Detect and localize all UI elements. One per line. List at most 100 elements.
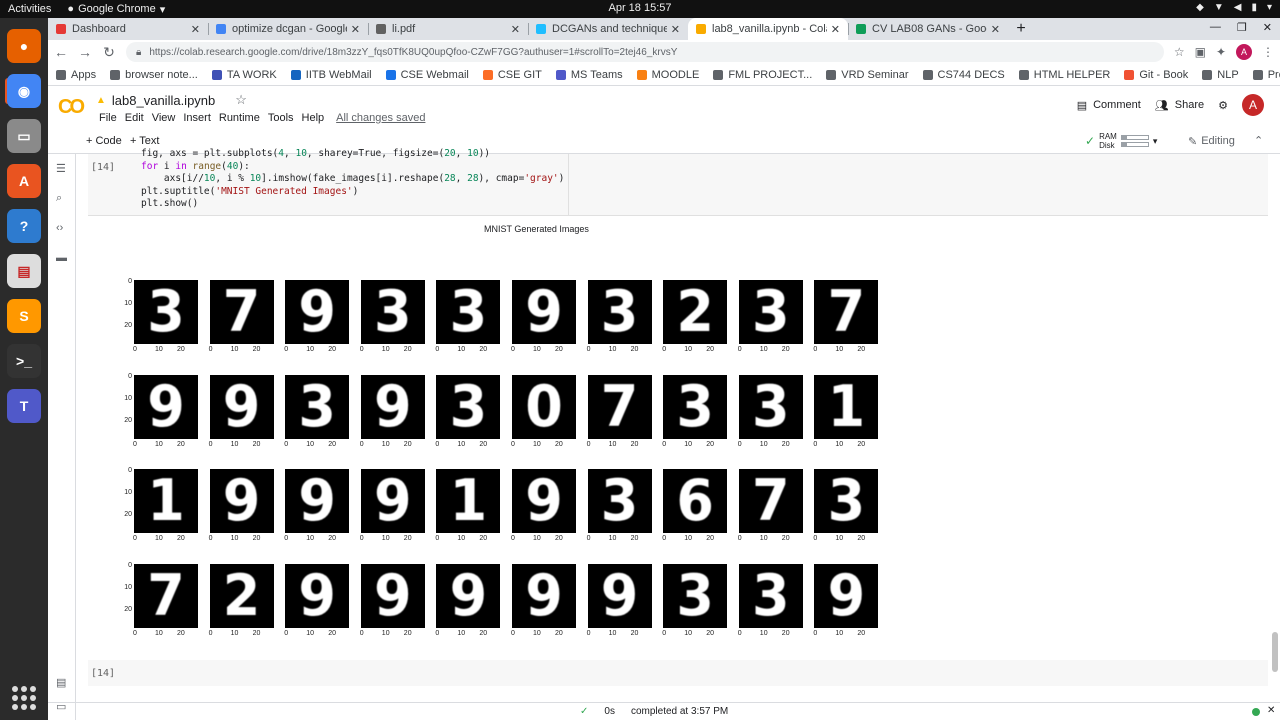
- colab-logo[interactable]: CO: [58, 96, 85, 119]
- minimize-icon[interactable]: —: [1210, 21, 1221, 34]
- search-icon[interactable]: ⌕: [56, 192, 62, 205]
- tab-close-icon[interactable]: ✕: [991, 23, 1000, 36]
- menu-item-help[interactable]: Help: [298, 112, 329, 124]
- url-bar[interactable]: 🔒︎ https://colab.research.google.com/dri…: [126, 42, 1164, 62]
- cast-icon[interactable]: ▣: [1195, 45, 1206, 59]
- table-of-contents-icon[interactable]: ☰: [56, 162, 66, 175]
- empty-code-cell[interactable]: [14]: [88, 660, 1268, 686]
- dock-sublime-icon[interactable]: S: [7, 299, 41, 333]
- add-text-button[interactable]: + Text: [130, 135, 159, 147]
- browser-tab[interactable]: li.pdf ✕: [368, 18, 528, 40]
- bookmark-item[interactable]: CSE GIT: [482, 69, 542, 81]
- bookmark-icon: [290, 69, 301, 80]
- add-code-button[interactable]: + Code: [86, 135, 122, 147]
- dock-help-icon[interactable]: ?: [7, 209, 41, 243]
- browser-tab[interactable]: Dashboard ✕: [48, 18, 208, 40]
- bookmark-item[interactable]: NLP: [1202, 69, 1239, 81]
- menu-item-file[interactable]: File: [95, 112, 121, 124]
- x-tick-label: 0: [435, 440, 440, 448]
- bookmark-item[interactable]: VRD Seminar: [826, 69, 909, 81]
- system-tray[interactable]: ◆ ▼ ◀ ▮ ▾: [1196, 2, 1272, 13]
- app-menu[interactable]: ● Google Chrome ▾: [59, 3, 173, 16]
- editing-mode-button[interactable]: ✎ Editing: [1188, 135, 1235, 148]
- x-tick-label: 10: [835, 629, 844, 637]
- dock-software-icon[interactable]: A: [7, 164, 41, 198]
- dock-terminal-icon[interactable]: >_: [7, 344, 41, 378]
- tab-close-icon[interactable]: ✕: [831, 23, 840, 36]
- menu-item-view[interactable]: View: [148, 112, 180, 124]
- tab-close-icon[interactable]: ✕: [511, 23, 520, 36]
- files-folder-icon[interactable]: ▬: [56, 252, 67, 264]
- bookmark-item[interactable]: CSE Webmail: [385, 69, 469, 81]
- new-tab-button[interactable]: +: [1008, 18, 1034, 40]
- comment-button[interactable]: ▤ Comment: [1077, 99, 1141, 112]
- share-button[interactable]: 👥︎ Share: [1155, 99, 1204, 112]
- generated-digit-subplot: 9 0 10 20: [360, 451, 437, 542]
- bookmark-item[interactable]: IITB WebMail: [290, 69, 372, 81]
- bookmark-star-icon[interactable]: ☆: [1174, 45, 1185, 59]
- bookmark-item[interactable]: Programming: [1252, 69, 1280, 81]
- bookmark-item[interactable]: browser note...: [110, 69, 198, 81]
- code-snippets-icon[interactable]: ‹›: [56, 222, 63, 234]
- bookmark-item[interactable]: Apps: [56, 69, 96, 81]
- bookmark-item[interactable]: CS744 DECS: [922, 69, 1005, 81]
- close-icon[interactable]: ✕: [1263, 21, 1272, 34]
- generated-digit-subplot: 3 0 10 20: [662, 546, 739, 637]
- dock-files-icon[interactable]: ▭: [7, 119, 41, 153]
- tab-close-icon[interactable]: ✕: [351, 23, 360, 36]
- usage-bars: [1120, 133, 1149, 149]
- browser-tab[interactable]: optimize dcgan - Google S ✕: [208, 18, 368, 40]
- clock[interactable]: Apr 18 15:57: [0, 2, 1280, 14]
- menu-item-runtime[interactable]: Runtime: [215, 112, 264, 124]
- command-palette-icon[interactable]: ▤: [56, 676, 66, 689]
- digit-glyph: 1: [827, 374, 866, 439]
- bookmark-item[interactable]: TA WORK: [211, 69, 277, 81]
- tab-close-icon[interactable]: ✕: [671, 23, 680, 36]
- digit-glyph: 1: [449, 469, 488, 533]
- bookmark-item[interactable]: HTML HELPER: [1018, 69, 1110, 81]
- x-tick-label: 10: [230, 346, 239, 353]
- bookmark-item[interactable]: Git - Book: [1124, 69, 1188, 81]
- menu-item-insert[interactable]: Insert: [179, 112, 215, 124]
- back-icon[interactable]: ←: [54, 44, 68, 60]
- ram-disk-indicator[interactable]: ✓ RAM Disk ▾: [1085, 132, 1157, 150]
- dock-firefox-icon[interactable]: ●: [7, 29, 41, 63]
- dock-document-viewer-icon[interactable]: ▤: [7, 254, 41, 288]
- scrollbar[interactable]: [1272, 632, 1278, 672]
- browser-tab[interactable]: lab8_vanilla.ipynb - Colab ✕: [688, 18, 848, 40]
- dock-chrome-icon[interactable]: ◉: [7, 74, 41, 108]
- runtime-dropdown-icon[interactable]: ▾: [1153, 136, 1158, 146]
- close-status-icon[interactable]: ✕: [1267, 705, 1275, 716]
- settings-gear-icon[interactable]: ⚙: [1218, 99, 1228, 112]
- star-icon[interactable]: ☆: [235, 92, 247, 108]
- menu-item-edit[interactable]: Edit: [121, 112, 148, 124]
- bookmark-item[interactable]: FML PROJECT...: [713, 69, 812, 81]
- tab-close-icon[interactable]: ✕: [191, 23, 200, 36]
- x-tick-label: 0: [359, 629, 364, 637]
- extensions-icon[interactable]: ✦: [1216, 45, 1226, 59]
- browser-tab[interactable]: DCGANs and techniques t ✕: [528, 18, 688, 40]
- user-avatar[interactable]: A: [1242, 94, 1264, 116]
- browser-menu-icon[interactable]: ⋮: [1262, 45, 1274, 59]
- forward-icon[interactable]: →: [78, 44, 92, 60]
- code-editor[interactable]: fig, axs = plt.subplots(4, 10, sharey=Tr…: [141, 148, 564, 211]
- profile-avatar[interactable]: A: [1236, 44, 1252, 60]
- digit-image: 9: [512, 469, 576, 533]
- notebook-title[interactable]: lab8_vanilla.ipynb: [112, 93, 215, 108]
- activities-button[interactable]: Activities: [0, 3, 59, 15]
- x-tick-label: 10: [835, 535, 844, 542]
- reload-icon[interactable]: ↻: [102, 44, 116, 61]
- generated-digit-subplot: 9 0 10 20: [133, 357, 210, 448]
- save-status-link[interactable]: All changes saved: [336, 112, 425, 124]
- bookmark-item[interactable]: MOODLE: [636, 69, 699, 81]
- menu-item-tools[interactable]: Tools: [264, 112, 298, 124]
- bookmark-item[interactable]: MS Teams: [555, 69, 623, 81]
- digit-image: 3: [587, 280, 652, 344]
- collapse-header-icon[interactable]: ⌃: [1254, 134, 1263, 147]
- browser-tab[interactable]: CV LAB08 GANs - Google D ✕: [848, 18, 1008, 40]
- maximize-icon[interactable]: ❐: [1237, 21, 1247, 34]
- dock-teams-icon[interactable]: T: [7, 389, 41, 423]
- code-cell[interactable]: [14] fig, axs = plt.subplots(4, 10, shar…: [88, 148, 1268, 216]
- x-tick-label: 20: [630, 440, 639, 448]
- show-apps-icon[interactable]: [12, 686, 36, 710]
